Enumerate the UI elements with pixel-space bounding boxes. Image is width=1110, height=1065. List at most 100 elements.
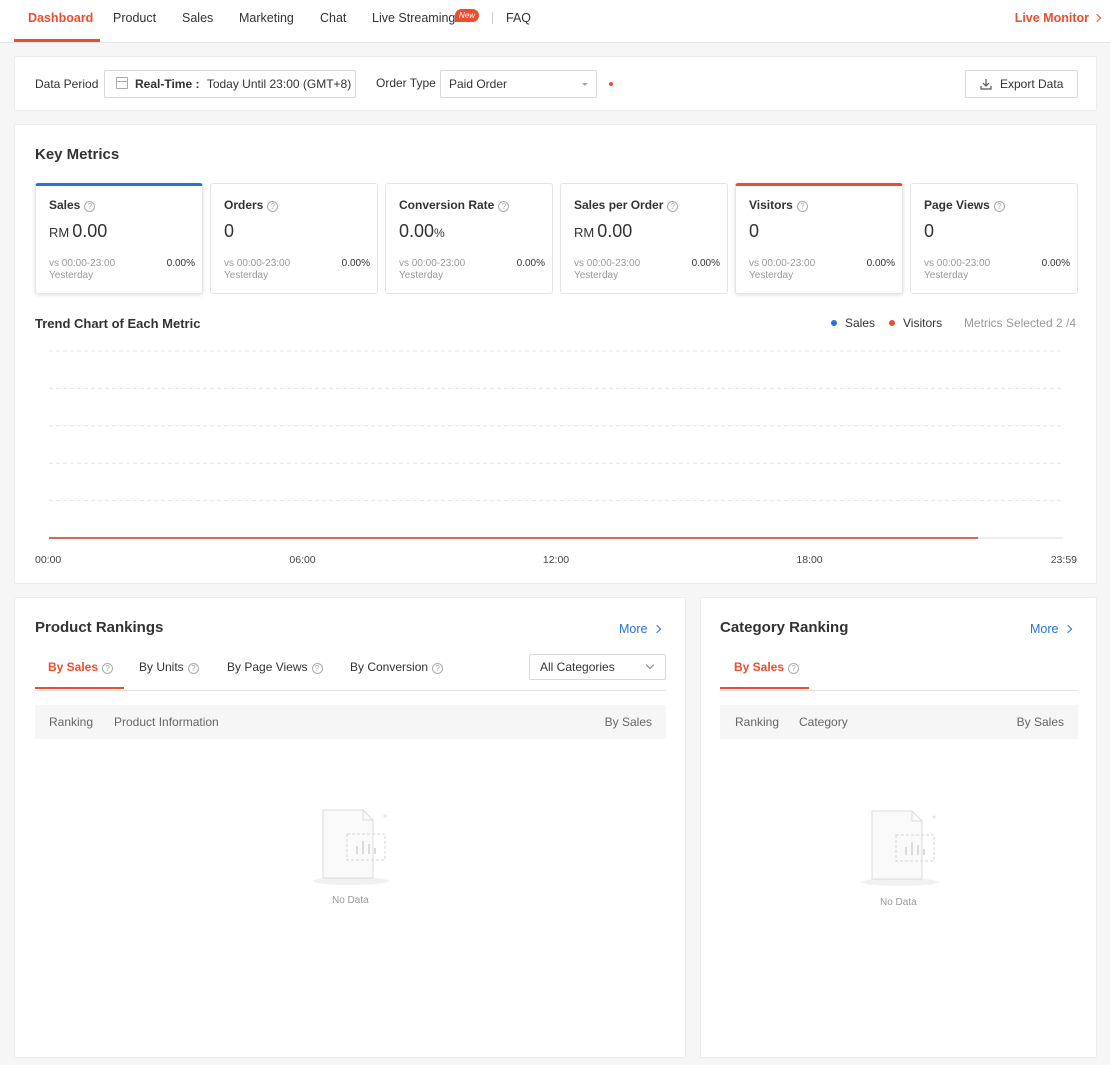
no-data-illustration-icon: [313, 809, 389, 885]
column-product-information: Product Information: [114, 715, 219, 729]
help-icon: ?: [187, 663, 199, 674]
legend-dot-visitors: [889, 320, 895, 326]
tab-marketing[interactable]: Marketing: [239, 0, 294, 42]
no-data-illustration-icon: [862, 810, 938, 886]
metric-name: Page Views?: [924, 198, 1005, 212]
tab-product[interactable]: Product: [113, 0, 156, 42]
help-icon: ?: [102, 663, 114, 674]
legend-label-visitors: Visitors: [903, 316, 943, 330]
tab-label: By Units: [139, 660, 184, 674]
chevron-right-icon: [1092, 13, 1102, 23]
live-monitor-link[interactable]: Live Monitor: [1015, 0, 1102, 36]
order-type-select[interactable]: Paid Order: [440, 70, 597, 98]
metric-name: Sales?: [49, 198, 96, 212]
comparison-day: Yesterday: [224, 270, 269, 281]
metric-card-page-views[interactable]: Page Views? 0 vs 00:00-23:00 Yesterday 0.…: [910, 183, 1078, 294]
tab-label: By Page Views: [227, 660, 308, 674]
metric-value-text: 0.00: [597, 221, 633, 241]
product-no-data-text: No Data: [332, 895, 369, 906]
tab-by-sales[interactable]: By Sales?: [48, 660, 114, 674]
comparison-day: Yesterday: [924, 270, 969, 281]
tab-label: By Conversion: [350, 660, 429, 674]
comparison-day: Yesterday: [574, 270, 619, 281]
tab-chat[interactable]: Chat: [320, 0, 346, 42]
metric-comparison: vs 00:00-23:00 Yesterday: [49, 258, 115, 282]
category-filter-select[interactable]: All Categories: [529, 654, 666, 680]
metric-name-text: Visitors: [749, 198, 793, 212]
tab-by-sales[interactable]: By Sales?: [734, 660, 800, 674]
x-tick-label: 06:00: [289, 554, 315, 566]
x-tick-label: 00:00: [35, 554, 61, 566]
legend-dot-sales: [831, 320, 837, 326]
metric-change: 0.00%: [166, 258, 195, 269]
help-icon[interactable]: ?: [667, 201, 679, 212]
metric-card-orders[interactable]: Orders? 0 vs 00:00-23:00 Yesterday 0.00%: [210, 183, 378, 294]
category-ranking-card: Category Ranking More By Sales? Ranking …: [700, 597, 1097, 1058]
metric-name: Orders?: [224, 198, 279, 212]
help-icon[interactable]: ?: [993, 201, 1005, 212]
trend-chart: 00:00 06:00 12:00 18:00 23:59: [35, 350, 1077, 566]
export-data-button[interactable]: Export Data: [965, 70, 1078, 98]
period-value: Today Until 23:00 (GMT+8): [206, 77, 352, 91]
tab-sales[interactable]: Sales: [182, 0, 213, 42]
category-ranking-more-link[interactable]: More: [1030, 622, 1073, 636]
metric-name-text: Conversion Rate: [399, 198, 495, 212]
comparison-range: vs 00:00-23:00: [749, 258, 816, 269]
metric-card-visitors[interactable]: Visitors? 0 vs 00:00-23:00 Yesterday 0.00…: [735, 183, 903, 294]
help-icon[interactable]: ?: [267, 201, 279, 212]
legend-visitors[interactable]: Visitors: [889, 316, 942, 330]
x-tick-label: 23:59: [1051, 554, 1077, 566]
category-ranking-title: Category Ranking: [720, 619, 849, 636]
help-icon[interactable]: ?: [84, 201, 96, 212]
product-rankings-more-link[interactable]: More: [619, 622, 662, 636]
tab-divider: [720, 690, 1078, 691]
more-label: More: [1030, 622, 1059, 636]
metric-name-text: Sales: [49, 198, 81, 212]
active-subtab-indicator: [35, 687, 124, 689]
help-icon[interactable]: ?: [498, 201, 510, 212]
metric-name: Sales per Order?: [574, 198, 679, 212]
column-category: Category: [799, 715, 848, 729]
category-table-header: Ranking Category By Sales: [720, 705, 1078, 739]
metric-value: RM 0.00: [49, 221, 107, 242]
metric-change: 0.00%: [516, 258, 545, 269]
metric-name-text: Page Views: [924, 198, 990, 212]
tab-by-units[interactable]: By Units?: [139, 660, 199, 674]
x-tick-label: 18:00: [796, 554, 822, 566]
tab-label: By Sales: [734, 660, 785, 674]
metric-comparison: vs 00:00-23:00 Yesterday: [399, 258, 465, 282]
tab-by-conversion[interactable]: By Conversion?: [350, 660, 444, 674]
help-icon[interactable]: ?: [796, 201, 808, 212]
new-badge: New: [455, 9, 480, 22]
help-icon: ?: [788, 663, 800, 674]
comparison-range: vs 00:00-23:00: [574, 258, 641, 269]
metric-card-sales-per-order[interactable]: Sales per Order? RM 0.00 vs 00:00-23:00 Ye…: [560, 183, 728, 294]
metric-name-text: Orders: [224, 198, 264, 212]
metric-value: 0.00%: [399, 221, 445, 242]
column-ranking: Ranking: [735, 715, 780, 729]
metric-card-conversion-rate[interactable]: Conversion Rate? 0.00% vs 00:00-23:00 Yes…: [385, 183, 553, 294]
currency-label: RM: [574, 225, 595, 240]
tab-divider: [35, 690, 666, 691]
metric-card-sales[interactable]: Sales? RM 0.00 vs 00:00-23:00 Yesterday 0.…: [35, 183, 203, 294]
legend-sales[interactable]: Sales: [831, 316, 875, 330]
metric-comparison: vs 00:00-23:00 Yesterday: [224, 258, 290, 282]
metric-name: Visitors?: [749, 198, 808, 212]
period-mode: Real-Time :: [135, 77, 200, 91]
data-period-label: Data Period: [35, 77, 99, 91]
column-by-sales: By Sales: [604, 715, 652, 729]
tab-dashboard[interactable]: Dashboard: [28, 0, 93, 42]
tab-by-page-views[interactable]: By Page Views?: [227, 660, 323, 674]
metric-value: 0: [224, 221, 235, 241]
product-rankings-card: Product Rankings More By Sales? By Units…: [14, 597, 686, 1058]
metric-value-text: 0.00: [72, 221, 108, 241]
metric-comparison: vs 00:00-23:00 Yesterday: [924, 258, 990, 282]
comparison-day: Yesterday: [49, 270, 94, 281]
tab-faq[interactable]: FAQ: [506, 0, 531, 42]
tab-live-streaming[interactable]: Live Streaming: [372, 0, 455, 42]
data-period-picker[interactable]: Real-Time : Today Until 23:00 (GMT+8): [104, 70, 356, 98]
comparison-range: vs 00:00-23:00: [49, 258, 116, 269]
comparison-range: vs 00:00-23:00: [224, 258, 291, 269]
category-no-data-text: No Data: [880, 897, 917, 908]
legend-label-sales: Sales: [845, 316, 876, 330]
